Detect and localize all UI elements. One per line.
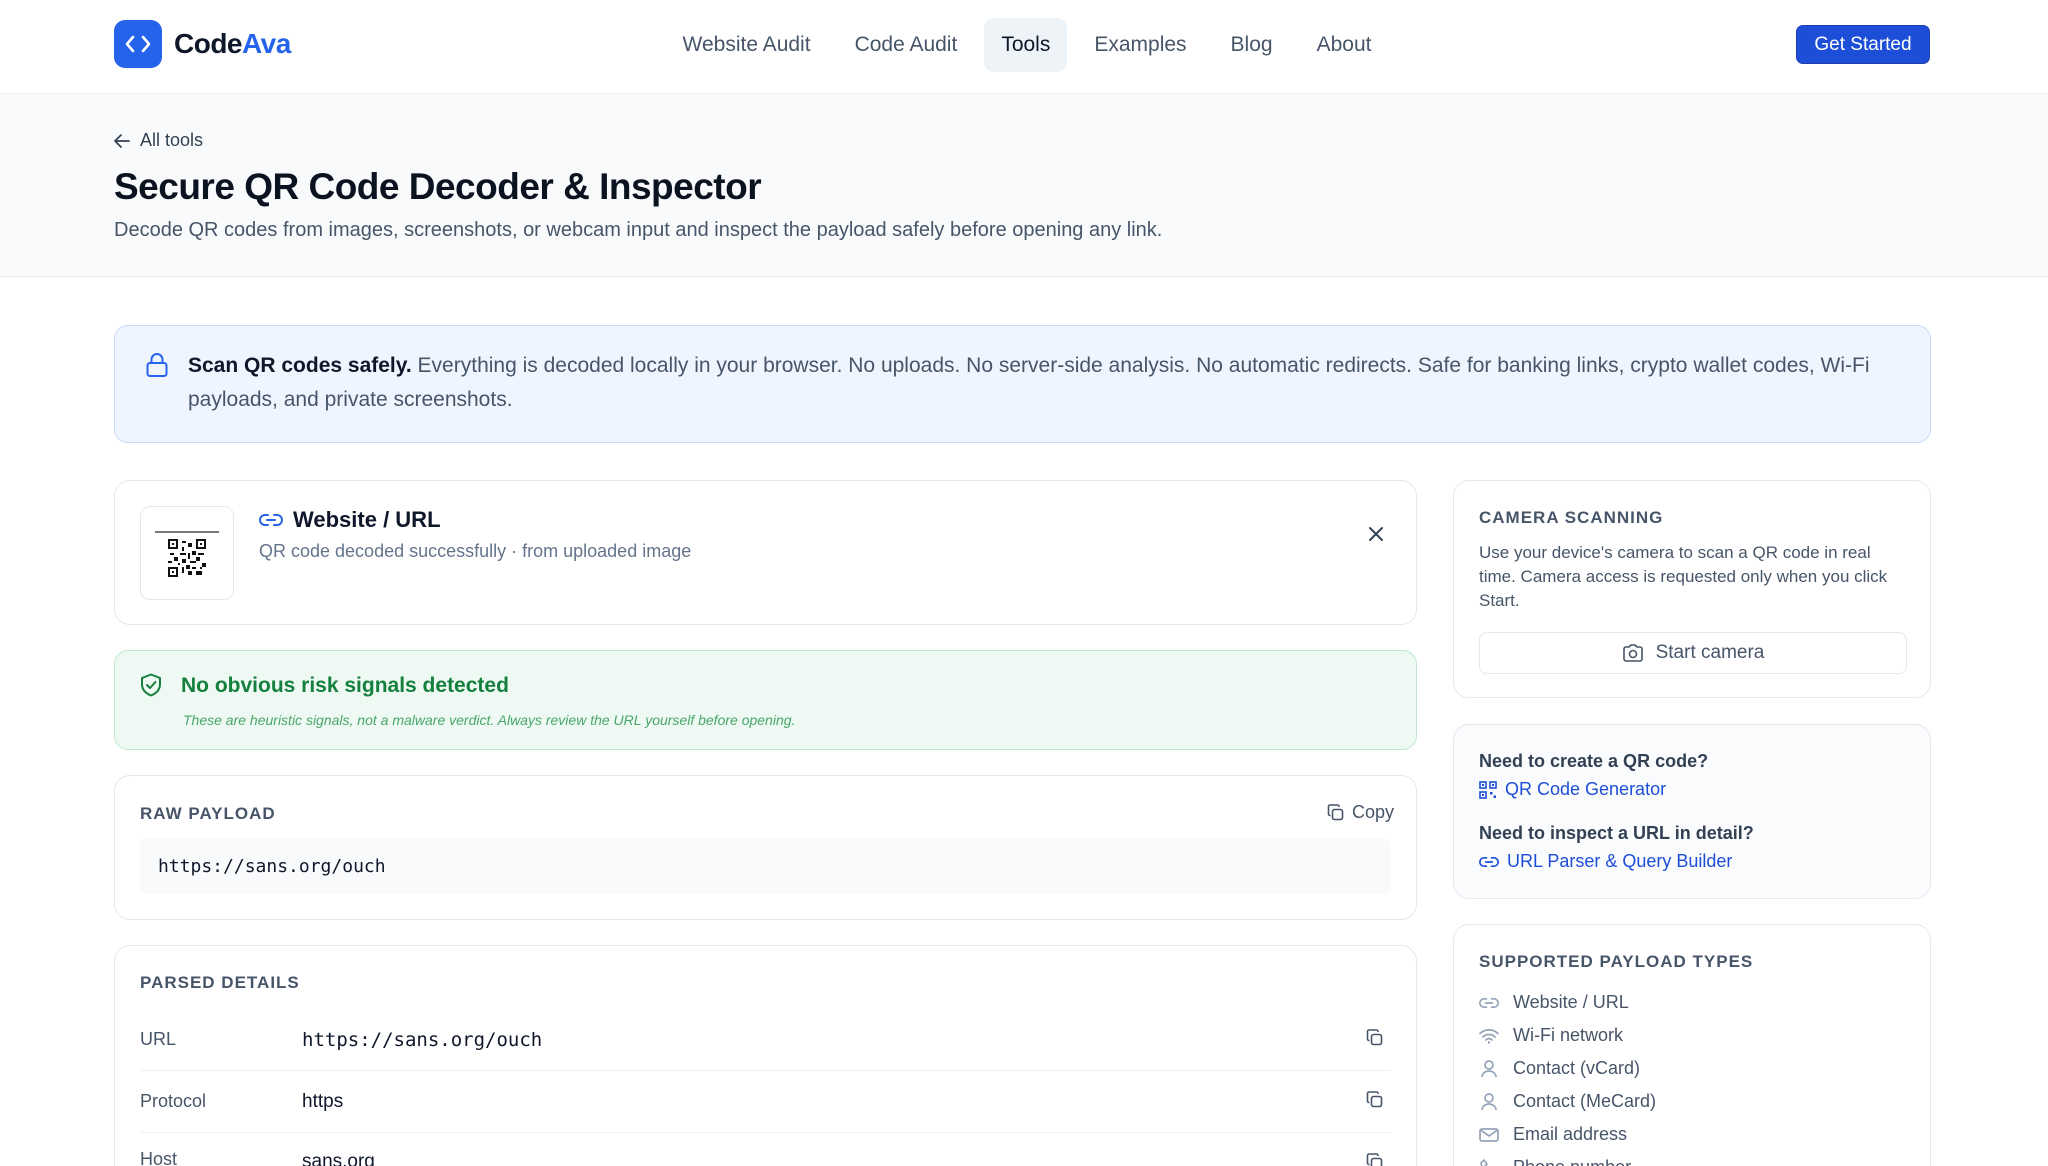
nav-tools[interactable]: Tools	[984, 18, 1068, 72]
supported-payload-types-card: SUPPORTED PAYLOAD TYPES Website / URL Wi…	[1453, 924, 1931, 1166]
decoded-result-card: Website / URL QR code decoded successful…	[114, 480, 1417, 625]
thumbnail-caption-bar	[155, 531, 219, 533]
risk-assessment-panel: No obvious risk signals detected These a…	[114, 650, 1417, 750]
arrow-left-icon	[114, 133, 130, 148]
shield-check-icon	[141, 673, 161, 697]
raw-payload-box[interactable]: https://sans.org/ouch	[140, 838, 1391, 894]
raw-payload-heading: RAW PAYLOAD	[140, 804, 276, 823]
type-item-phone: Phone number	[1479, 1157, 1631, 1166]
privacy-notice: Scan QR codes safely. Everything is deco…	[114, 325, 1931, 443]
nav-blog[interactable]: Blog	[1214, 18, 1290, 72]
lock-icon	[146, 353, 168, 377]
nav-about[interactable]: About	[1300, 18, 1389, 72]
get-started-button[interactable]: Get Started	[1796, 25, 1930, 64]
camera-heading: CAMERA SCANNING	[1479, 508, 1664, 527]
camera-description: Use your device's camera to scan a QR co…	[1479, 543, 1888, 610]
nav-code-audit[interactable]: Code Audit	[838, 18, 975, 72]
camera-icon	[1622, 644, 1643, 662]
raw-payload-card: RAW PAYLOAD Copy https://sans.org/ouch	[114, 775, 1417, 920]
parsed-row-host: Host sans.org	[140, 1133, 1391, 1166]
start-camera-label: Start camera	[1655, 642, 1765, 663]
related-question-1: Need to create a QR code?	[1479, 751, 1709, 771]
payload-type-label: Website / URL	[293, 507, 441, 532]
parsed-row-protocol: Protocol https	[140, 1071, 1391, 1133]
parsed-details-card: PARSED DETAILS URL https://sans.org/ouch…	[114, 945, 1417, 1166]
type-item-url: Website / URL	[1479, 992, 1629, 1013]
risk-title: No obvious risk signals detected	[181, 674, 509, 697]
qr-code-generator-link[interactable]: QR Code Generator	[1479, 779, 1666, 800]
raw-payload-value: https://sans.org/ouch	[158, 856, 386, 877]
nav-website-audit[interactable]: Website Audit	[666, 18, 828, 72]
related-tools-card: Need to create a QR code? QR Code Genera…	[1453, 724, 1931, 899]
copy-icon[interactable]	[1366, 1029, 1384, 1047]
page-subtitle: Decode QR codes from images, screenshots…	[114, 219, 1163, 241]
back-link-label: All tools	[140, 130, 204, 150]
back-to-all-tools-link[interactable]: All tools	[114, 130, 203, 151]
camera-scanning-card: CAMERA SCANNING Use your device's camera…	[1453, 480, 1931, 698]
copy-icon[interactable]	[1366, 1153, 1384, 1166]
parsed-details-heading: PARSED DETAILS	[140, 973, 300, 992]
qr-code-thumbnail	[168, 539, 206, 577]
risk-disclaimer: These are heuristic signals, not a malwa…	[183, 712, 796, 728]
parsed-key: URL	[140, 1029, 177, 1049]
link-icon	[259, 514, 283, 526]
mail-icon	[1479, 1127, 1499, 1142]
supported-types-heading: SUPPORTED PAYLOAD TYPES	[1479, 952, 1754, 971]
type-item-vcard: Contact (vCard)	[1479, 1058, 1640, 1079]
link-icon	[1479, 997, 1499, 1008]
page-title: Secure QR Code Decoder & Inspector	[114, 166, 762, 207]
top-navigation-bar: CodeAva Website Audit Code Audit Tools E…	[0, 0, 2048, 94]
close-icon	[1369, 527, 1383, 541]
copy-label: Copy	[1352, 802, 1395, 822]
main-nav: Website Audit Code Audit Tools Examples …	[0, 18, 2048, 72]
start-camera-button[interactable]: Start camera	[1479, 632, 1907, 674]
url-parser-label: URL Parser & Query Builder	[1507, 851, 1733, 871]
user-icon	[1481, 1059, 1497, 1077]
copy-icon[interactable]	[1366, 1091, 1384, 1109]
parsed-row-url: URL https://sans.org/ouch	[140, 1009, 1391, 1071]
url-parser-link[interactable]: URL Parser & Query Builder	[1479, 851, 1732, 872]
parsed-key: Protocol	[140, 1091, 207, 1111]
uploaded-image-thumbnail	[140, 506, 234, 600]
payload-type: Website / URL	[259, 507, 441, 533]
type-item-wifi: Wi-Fi network	[1479, 1025, 1623, 1046]
type-item-mecard: Contact (MeCard)	[1479, 1091, 1656, 1112]
privacy-notice-text: Scan QR codes safely. Everything is deco…	[188, 354, 1870, 411]
link-icon	[1479, 856, 1499, 867]
qr-code-icon	[1479, 780, 1497, 799]
parsed-value: https://sans.org/ouch	[302, 1029, 543, 1051]
copy-raw-payload-button[interactable]: Copy	[1327, 802, 1394, 823]
related-question-2: Need to inspect a URL in detail?	[1479, 823, 1754, 843]
parsed-value: https	[302, 1091, 344, 1112]
wifi-icon	[1479, 1028, 1499, 1044]
page-header: All tools Secure QR Code Decoder & Inspe…	[0, 94, 2048, 277]
phone-icon	[1480, 1158, 1488, 1166]
nav-examples[interactable]: Examples	[1077, 18, 1203, 72]
type-item-email: Email address	[1479, 1124, 1627, 1145]
user-icon	[1481, 1092, 1497, 1110]
copy-icon	[1327, 803, 1344, 820]
clear-result-button[interactable]	[1361, 519, 1391, 549]
qr-code-generator-label: QR Code Generator	[1505, 779, 1667, 799]
parsed-key: Host	[140, 1149, 178, 1166]
decode-status: QR code decoded successfully · from uplo…	[259, 541, 692, 561]
parsed-value: sans.org	[302, 1151, 375, 1166]
